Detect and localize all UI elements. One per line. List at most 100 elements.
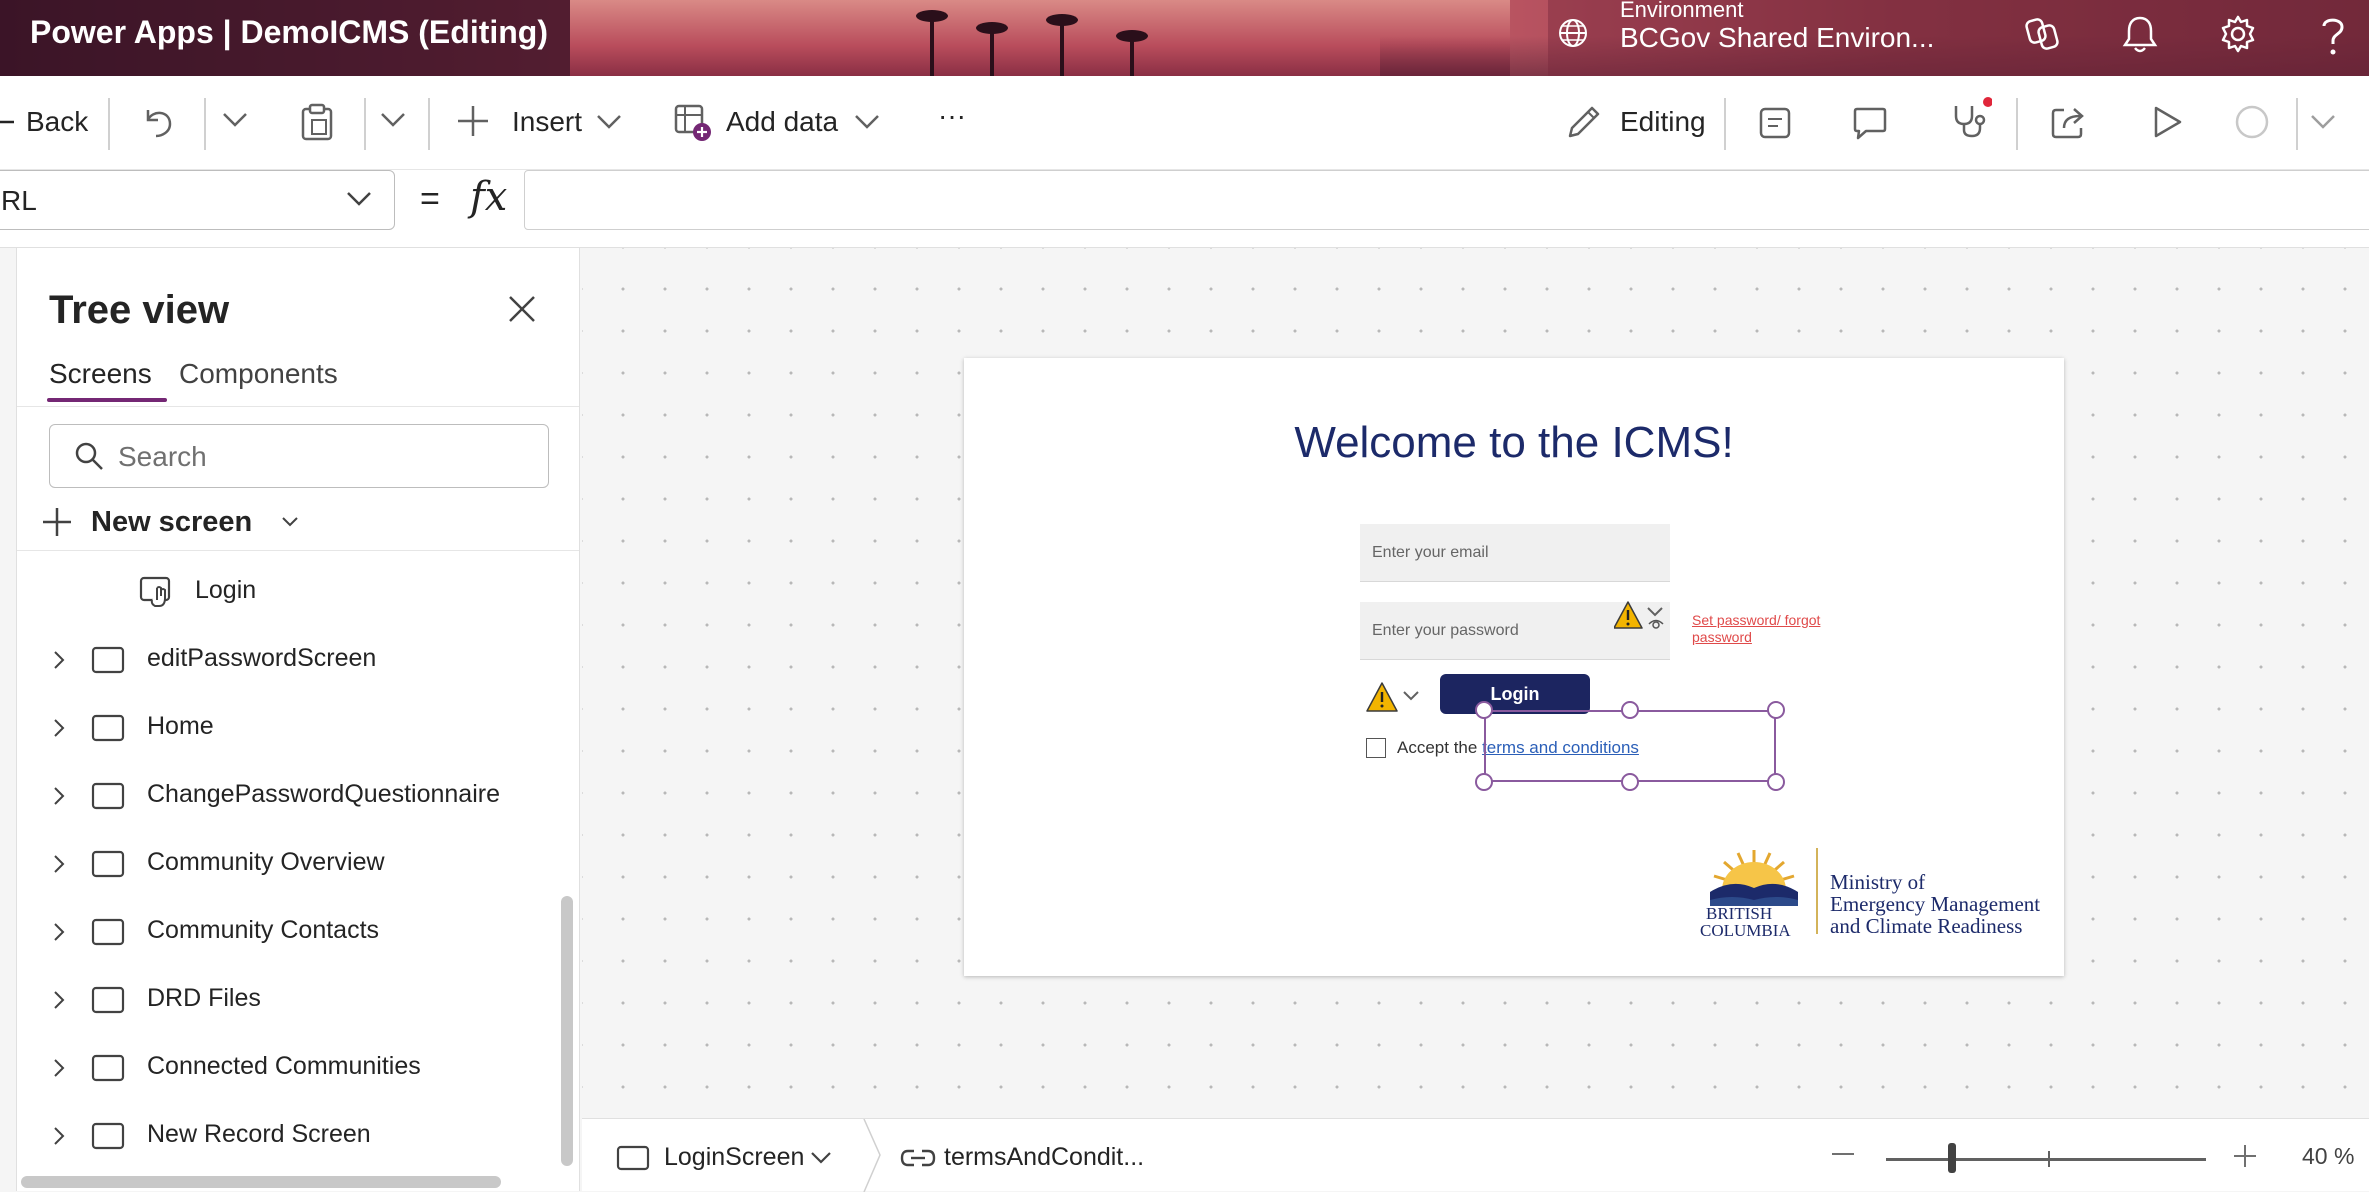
toolbar-divider: [204, 98, 206, 150]
property-dropdown[interactable]: RL: [0, 170, 395, 230]
app-screen-preview[interactable]: Welcome to the ICMS! Enter your email En…: [964, 358, 2064, 976]
palm-tree-decoration: [916, 10, 948, 76]
toolbar-divider: [364, 98, 366, 150]
tree-item-screen[interactable]: DRD Files: [17, 970, 557, 1030]
chevron-right-icon[interactable]: [53, 922, 65, 942]
gear-icon[interactable]: [2218, 14, 2258, 54]
property-value: RL: [1, 185, 37, 216]
help-icon[interactable]: [2318, 14, 2348, 58]
publish-status-icon[interactable]: [2234, 104, 2270, 140]
resize-handle[interactable]: [1621, 701, 1639, 719]
warning-icon[interactable]: [1614, 598, 1674, 638]
tree-item-label: Connected Communities: [147, 1052, 421, 1080]
zoom-slider[interactable]: [1886, 1158, 2206, 1161]
tree-item-screen[interactable]: New Record Screen: [17, 1106, 557, 1166]
toolbar-divider: [1724, 98, 1726, 150]
tree-item-label: New Record Screen: [147, 1120, 371, 1148]
comment-icon[interactable]: [1852, 106, 1888, 140]
share-icon[interactable]: [2050, 104, 2088, 140]
login-button[interactable]: Login: [1440, 674, 1590, 714]
stethoscope-icon[interactable]: [1948, 94, 1992, 140]
more-commands-button[interactable]: ···: [938, 100, 966, 132]
insert-button[interactable]: Insert: [512, 106, 582, 138]
selected-control-name[interactable]: termsAndCondit...: [944, 1143, 1144, 1172]
selection-box[interactable]: [1484, 710, 1776, 782]
back-arrow-icon[interactable]: [0, 116, 14, 128]
current-screen-selector[interactable]: LoginScreen: [664, 1143, 804, 1172]
tree-item-label: Home: [147, 712, 214, 740]
chevron-right-icon[interactable]: [53, 1058, 65, 1078]
add-data-table-icon[interactable]: [674, 104, 712, 142]
resize-handle[interactable]: [1767, 701, 1785, 719]
close-icon[interactable]: [507, 294, 537, 324]
globe-icon[interactable]: [1556, 16, 1590, 50]
add-data-chevron-down-icon[interactable]: [854, 114, 880, 130]
environment-name[interactable]: BCGov Shared Environ...: [1620, 22, 1934, 54]
bell-icon[interactable]: [2122, 14, 2158, 54]
chevron-down-icon[interactable]: [810, 1151, 832, 1165]
vertical-scrollbar[interactable]: [561, 896, 573, 1166]
chevron-right-icon[interactable]: [53, 718, 65, 738]
welcome-heading[interactable]: Welcome to the ICMS!: [964, 418, 2064, 468]
play-preview-icon[interactable]: [2150, 104, 2184, 140]
chevron-right-icon[interactable]: [53, 990, 65, 1010]
formula-bar: RL = fx: [0, 170, 2369, 248]
paste-chevron-down-icon[interactable]: [380, 112, 406, 128]
back-button[interactable]: Back: [26, 106, 88, 138]
screen-icon: [91, 714, 125, 742]
fx-icon[interactable]: fx: [470, 174, 507, 220]
copilot-icon[interactable]: [2022, 14, 2062, 54]
active-tab-indicator: [47, 398, 167, 402]
add-data-button[interactable]: Add data: [726, 106, 838, 138]
tree-search-input[interactable]: Search: [49, 424, 549, 488]
set-password-link[interactable]: Set password/ forgot password: [1692, 612, 1852, 646]
undo-icon[interactable]: [140, 102, 176, 142]
accept-terms-checkbox[interactable]: [1366, 738, 1386, 758]
app-checker-list-icon[interactable]: [1758, 106, 1792, 140]
resize-handle[interactable]: [1621, 773, 1639, 791]
tree-item-screen[interactable]: ChangePasswordQuestionnaire: [17, 766, 557, 826]
resize-handle[interactable]: [1767, 773, 1785, 791]
horizontal-scrollbar[interactable]: [21, 1176, 501, 1188]
insert-chevron-down-icon[interactable]: [596, 114, 622, 130]
password-placeholder: Enter your password: [1372, 622, 1519, 639]
zoom-out-button[interactable]: [1832, 1153, 1854, 1155]
toolbar-divider: [428, 98, 430, 150]
tab-screens[interactable]: Screens: [49, 358, 152, 390]
chevron-down-icon: [281, 516, 299, 528]
chevron-right-icon[interactable]: [53, 786, 65, 806]
divider: [17, 550, 579, 551]
zoom-slider-thumb[interactable]: [1948, 1143, 1956, 1173]
tree-item-label: DRD Files: [147, 984, 261, 1012]
editing-status[interactable]: Editing: [1620, 106, 1706, 138]
screen-icon: [91, 646, 125, 674]
plus-icon[interactable]: [456, 104, 490, 138]
pencil-icon[interactable]: [1566, 104, 1602, 140]
formula-input[interactable]: [524, 170, 2369, 230]
warning-icon[interactable]: [1366, 680, 1428, 716]
chevron-right-icon[interactable]: [53, 1126, 65, 1146]
resize-handle[interactable]: [1475, 701, 1493, 719]
equals-sign: =: [420, 180, 440, 218]
breadcrumb-separator-icon: [862, 1119, 882, 1192]
tree-item-screen[interactable]: Connected Communities: [17, 1038, 557, 1098]
publish-chevron-down-icon[interactable]: [2310, 114, 2336, 130]
chevron-right-icon[interactable]: [53, 650, 65, 670]
paste-icon[interactable]: [300, 102, 334, 142]
eye-icon[interactable]: [1648, 618, 1664, 630]
tree-item-screen[interactable]: Community Contacts: [17, 902, 557, 962]
tree-item-screen[interactable]: Home: [17, 698, 557, 758]
plus-icon: [41, 506, 73, 538]
tree-item-screen[interactable]: editPasswordScreen: [17, 630, 557, 690]
toolbar-divider: [2016, 98, 2018, 150]
email-input[interactable]: Enter your email: [1360, 524, 1670, 582]
tree-item-login[interactable]: Login: [17, 562, 557, 622]
resize-handle[interactable]: [1475, 773, 1493, 791]
screen-touch-icon: [139, 574, 175, 608]
undo-chevron-down-icon[interactable]: [222, 112, 248, 128]
tab-components[interactable]: Components: [179, 358, 338, 390]
zoom-in-icon[interactable]: [2232, 1143, 2258, 1169]
screen-icon: [616, 1145, 650, 1171]
tree-item-screen[interactable]: Community Overview: [17, 834, 557, 894]
chevron-right-icon[interactable]: [53, 854, 65, 874]
